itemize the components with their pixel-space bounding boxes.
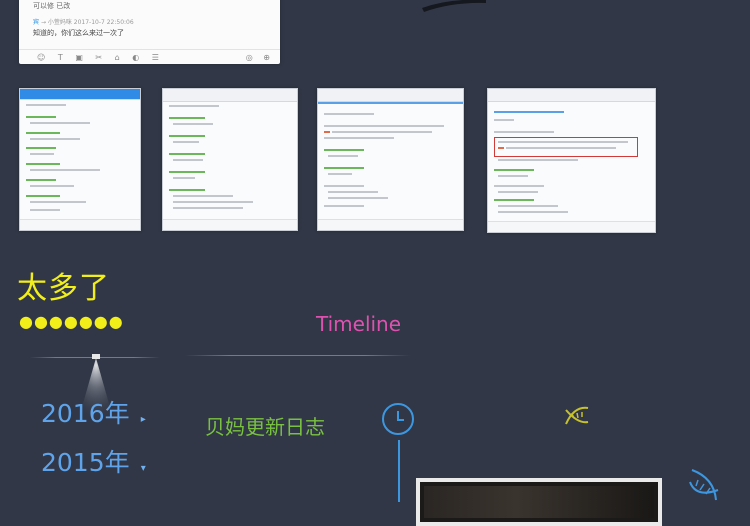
year-2015-item[interactable]: 2015年 ▾ (41, 443, 146, 479)
chat-meta-text: → 小萱妈咪 2017-10-7 22:50:06 (40, 19, 134, 26)
clock-icon (382, 403, 414, 435)
year-2016-item[interactable]: 2016年 ▸ (41, 394, 146, 430)
thumb-footer (20, 219, 140, 230)
thumb-header (163, 89, 297, 102)
thumb-footer (318, 219, 463, 230)
thumb-header (20, 89, 140, 100)
year-2016-label: 2016年 (41, 399, 130, 428)
divider-right (185, 355, 410, 356)
chat-divider (19, 49, 280, 50)
chat-sender: 宾 (33, 19, 40, 26)
year-2015-label: 2015年 (41, 448, 130, 477)
screenshot-thumbnail-2[interactable] (162, 88, 298, 231)
chat-screenshot-card: 可以修 已改 宾 → 小萱妈咪 2017-10-7 22:50:06 知道的，你… (19, 0, 280, 64)
update-log-title: 贝妈更新日志 (205, 415, 325, 439)
timeline-label: Timeline (316, 312, 402, 336)
screenshot-thumbnail-4[interactable] (487, 88, 656, 233)
headline-too-many: 太多了 (17, 271, 110, 306)
screenshot-thumbnail-3[interactable] (317, 88, 464, 231)
thumb-footer (488, 221, 655, 232)
chat-line-2: 知道的，你们这么来过一次了 (33, 29, 124, 37)
chat-meta: 宾 → 小萱妈咪 2017-10-7 22:50:06 (33, 17, 134, 26)
timeline-vertical-line (398, 440, 400, 502)
thumb-header (488, 89, 655, 102)
timeline-photo[interactable] (416, 478, 662, 526)
dot-row: ●●●●●●● (19, 312, 124, 331)
chat-line-1: 可以修 已改 (33, 2, 71, 10)
photo-content (424, 486, 654, 518)
chat-toolbar-icons: ☺ T ▣ ✂ ⌂ ◐ ☰ (37, 53, 164, 62)
dna-icon-yellow (565, 406, 589, 425)
chat-toolbar-right-icons: ◎ ⊕ (245, 53, 274, 62)
chevron-down-icon: ▾ (140, 463, 146, 474)
thumb-footer (163, 219, 297, 230)
chevron-right-icon: ▸ (140, 414, 146, 425)
thumb-header (318, 89, 463, 102)
screenshot-thumbnail-1[interactable] (19, 88, 141, 231)
top-arc-decoration (422, 0, 486, 12)
dna-icon-blue (689, 469, 719, 501)
